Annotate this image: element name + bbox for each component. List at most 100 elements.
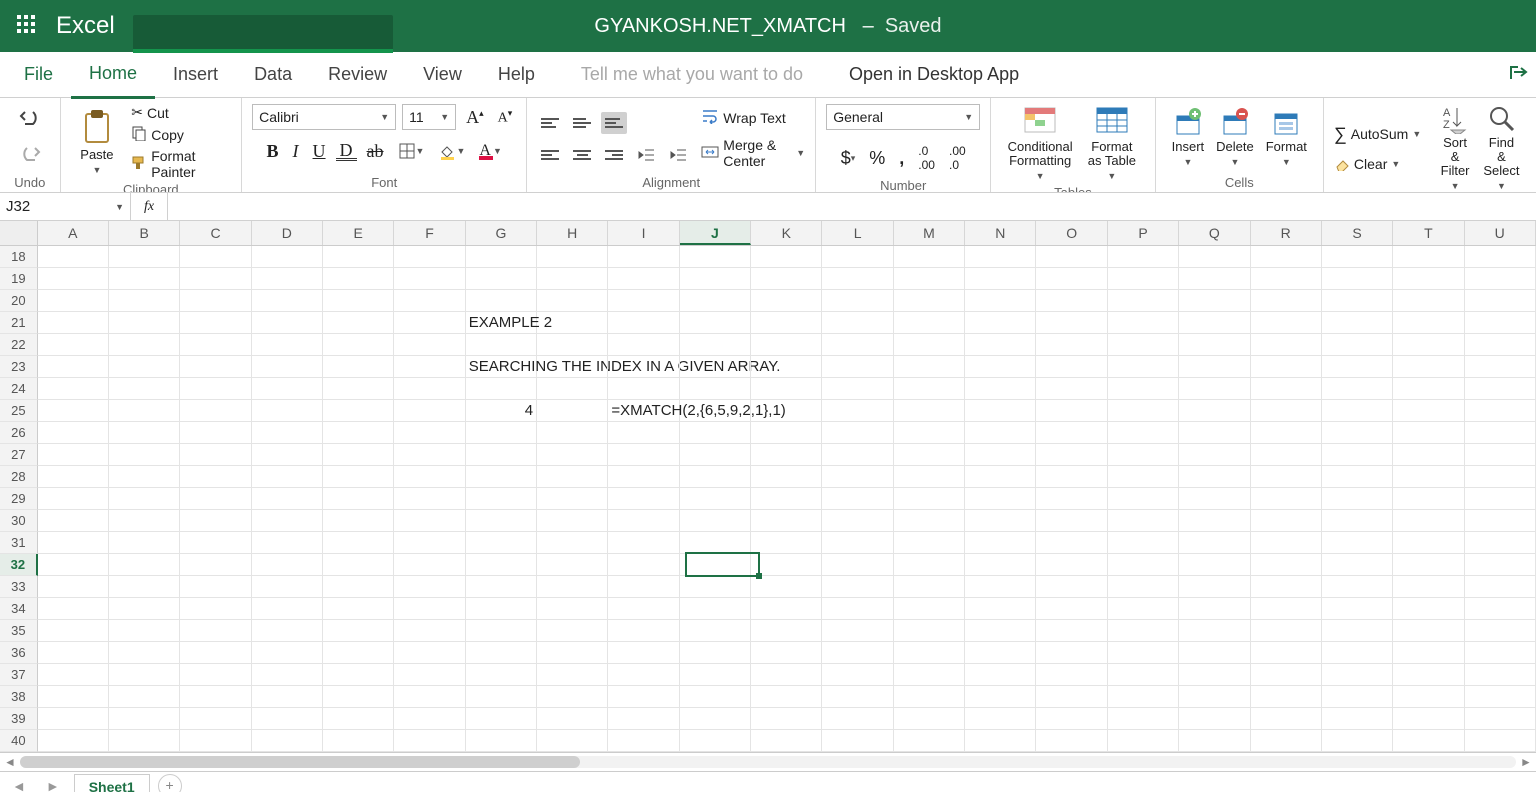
cell-P35[interactable] [1108, 620, 1179, 642]
cell-D33[interactable] [252, 576, 323, 598]
cell-C30[interactable] [180, 510, 251, 532]
fill-color-button[interactable]: ▼ [434, 138, 469, 164]
cell-K38[interactable] [751, 686, 822, 708]
cell-R19[interactable] [1251, 268, 1322, 290]
cell-I27[interactable] [608, 444, 679, 466]
cell-H34[interactable] [537, 598, 608, 620]
cell-Q27[interactable] [1179, 444, 1250, 466]
cell-M24[interactable] [894, 378, 965, 400]
cell-E22[interactable] [323, 334, 394, 356]
cell-N24[interactable] [965, 378, 1036, 400]
cell-R36[interactable] [1251, 642, 1322, 664]
cell-A37[interactable] [38, 664, 109, 686]
cell-O25[interactable] [1036, 400, 1107, 422]
cell-O27[interactable] [1036, 444, 1107, 466]
row-header-22[interactable]: 22 [0, 334, 38, 356]
column-header-C[interactable]: C [180, 221, 251, 245]
cell-J29[interactable] [680, 488, 751, 510]
horizontal-scrollbar[interactable]: ◄ ► [0, 752, 1536, 771]
cell-O37[interactable] [1036, 664, 1107, 686]
cell-T24[interactable] [1393, 378, 1464, 400]
cell-J26[interactable] [680, 422, 751, 444]
cell-P26[interactable] [1108, 422, 1179, 444]
cell-D21[interactable] [252, 312, 323, 334]
cell-J19[interactable] [680, 268, 751, 290]
cell-H24[interactable] [537, 378, 608, 400]
cell-N20[interactable] [965, 290, 1036, 312]
row-header-39[interactable]: 39 [0, 708, 38, 730]
number-format-select[interactable]: General▼ [826, 104, 980, 130]
cell-K39[interactable] [751, 708, 822, 730]
scroll-track[interactable] [20, 756, 1516, 768]
column-header-B[interactable]: B [109, 221, 180, 245]
font-size-select[interactable]: 11▼ [402, 104, 456, 130]
tab-data[interactable]: Data [236, 52, 310, 97]
cell-R29[interactable] [1251, 488, 1322, 510]
cell-M20[interactable] [894, 290, 965, 312]
cell-L40[interactable] [822, 730, 893, 752]
add-sheet-button[interactable]: + [158, 774, 182, 792]
cell-E38[interactable] [323, 686, 394, 708]
cell-T34[interactable] [1393, 598, 1464, 620]
cell-U39[interactable] [1465, 708, 1536, 730]
cell-P21[interactable] [1108, 312, 1179, 334]
cell-A19[interactable] [38, 268, 109, 290]
cell-D32[interactable] [252, 554, 323, 576]
cell-R23[interactable] [1251, 356, 1322, 378]
cell-G36[interactable] [466, 642, 537, 664]
cell-F33[interactable] [394, 576, 465, 598]
cell-I36[interactable] [608, 642, 679, 664]
cell-B39[interactable] [109, 708, 180, 730]
cell-I19[interactable] [608, 268, 679, 290]
align-top-button[interactable] [537, 112, 563, 134]
cell-Q25[interactable] [1179, 400, 1250, 422]
cell-D40[interactable] [252, 730, 323, 752]
cell-S20[interactable] [1322, 290, 1393, 312]
cell-F35[interactable] [394, 620, 465, 642]
cell-O29[interactable] [1036, 488, 1107, 510]
cell-B28[interactable] [109, 466, 180, 488]
cell-M25[interactable] [894, 400, 965, 422]
cell-R27[interactable] [1251, 444, 1322, 466]
cell-F18[interactable] [394, 246, 465, 268]
row-header-25[interactable]: 25 [0, 400, 38, 422]
cell-U34[interactable] [1465, 598, 1536, 620]
cell-F31[interactable] [394, 532, 465, 554]
row-header-33[interactable]: 33 [0, 576, 38, 598]
cell-H26[interactable] [537, 422, 608, 444]
row-header-29[interactable]: 29 [0, 488, 38, 510]
cell-U30[interactable] [1465, 510, 1536, 532]
cell-B37[interactable] [109, 664, 180, 686]
cell-M21[interactable] [894, 312, 965, 334]
cell-A30[interactable] [38, 510, 109, 532]
cell-I33[interactable] [608, 576, 679, 598]
cell-M27[interactable] [894, 444, 965, 466]
cell-P40[interactable] [1108, 730, 1179, 752]
scroll-right-button[interactable]: ► [1516, 755, 1536, 769]
bold-button[interactable]: B [263, 139, 283, 164]
sort-filter-button[interactable]: AZ Sort &Filter ▼ [1433, 104, 1477, 193]
cell-G34[interactable] [466, 598, 537, 620]
tab-file[interactable]: File [6, 52, 71, 97]
column-header-E[interactable]: E [323, 221, 394, 245]
row-header-40[interactable]: 40 [0, 730, 38, 752]
cell-S40[interactable] [1322, 730, 1393, 752]
cell-U32[interactable] [1465, 554, 1536, 576]
cell-H29[interactable] [537, 488, 608, 510]
cell-J23[interactable] [680, 356, 751, 378]
cell-L31[interactable] [822, 532, 893, 554]
font-name-select[interactable]: Calibri▼ [252, 104, 396, 130]
cell-A34[interactable] [38, 598, 109, 620]
cell-O33[interactable] [1036, 576, 1107, 598]
cell-E18[interactable] [323, 246, 394, 268]
cell-K25[interactable] [751, 400, 822, 422]
cell-E32[interactable] [323, 554, 394, 576]
cell-O30[interactable] [1036, 510, 1107, 532]
cell-A40[interactable] [38, 730, 109, 752]
cell-U23[interactable] [1465, 356, 1536, 378]
cell-A29[interactable] [38, 488, 109, 510]
cell-S32[interactable] [1322, 554, 1393, 576]
cell-K29[interactable] [751, 488, 822, 510]
cell-C21[interactable] [180, 312, 251, 334]
cell-I30[interactable] [608, 510, 679, 532]
